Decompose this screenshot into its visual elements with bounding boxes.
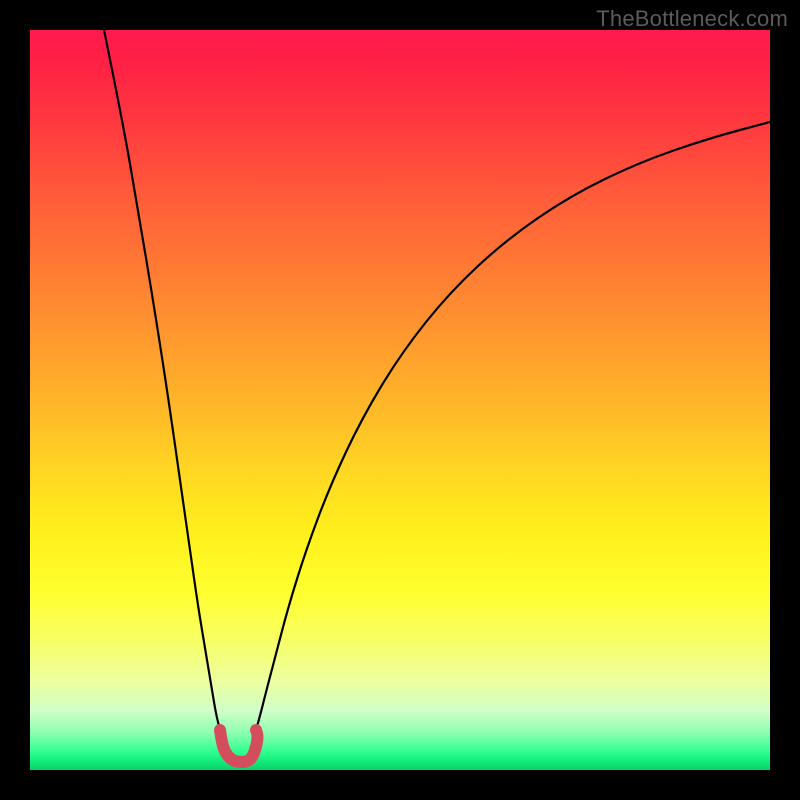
chart-frame: TheBottleneck.com bbox=[0, 0, 800, 800]
heat-gradient-background bbox=[30, 30, 770, 770]
plot-area bbox=[30, 30, 770, 770]
watermark-text: TheBottleneck.com bbox=[596, 6, 788, 32]
